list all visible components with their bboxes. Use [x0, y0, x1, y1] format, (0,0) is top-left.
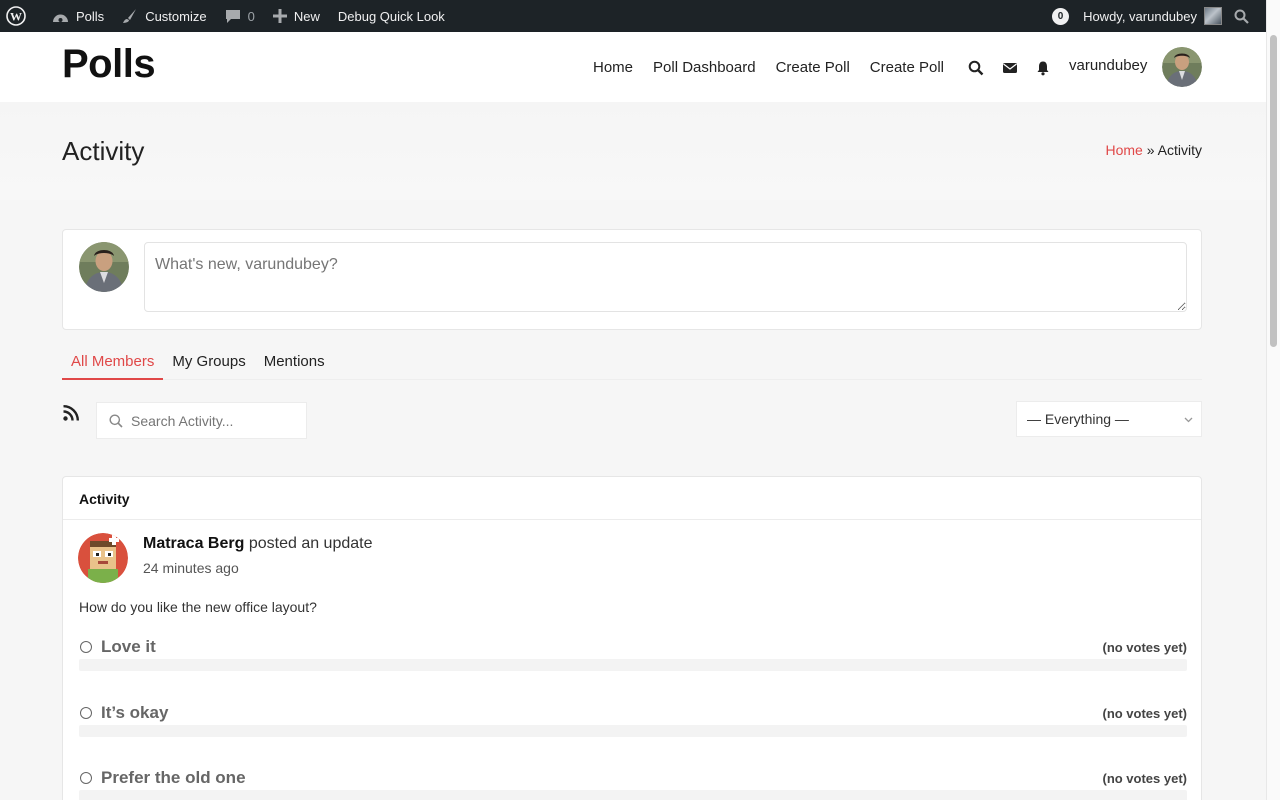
header-username[interactable]: varundubey — [1069, 57, 1147, 74]
breadcrumb-home-link[interactable]: Home — [1105, 142, 1142, 158]
chevron-down-icon — [1184, 417, 1193, 423]
poll-option-label[interactable]: It’s okay — [101, 703, 168, 723]
author-name-link[interactable]: Matraca Berg — [143, 535, 244, 552]
plus-icon — [272, 9, 287, 23]
poll-progress-bar — [79, 659, 1187, 671]
admin-search-icon[interactable] — [1230, 0, 1266, 32]
wordpress-logo-icon[interactable]: W — [0, 0, 43, 32]
customize-label: Customize — [145, 8, 207, 24]
poll-option-label[interactable]: Love it — [101, 637, 156, 657]
poll-option: It’s okay (no votes yet) — [79, 703, 1187, 750]
comments-link[interactable]: 0 — [216, 0, 264, 32]
author-avatar[interactable] — [78, 533, 128, 583]
site-header: Polls Home Poll Dashboard Create Poll Cr… — [0, 32, 1266, 102]
poll-option: Love it (no votes yet) — [79, 637, 1187, 684]
page-scrollbar[interactable] — [1266, 0, 1280, 800]
my-account-link[interactable]: Howdy, varundubey — [1083, 0, 1230, 32]
poll-question: How do you like the new office layout? — [79, 599, 317, 615]
site-logo[interactable]: Polls — [62, 42, 156, 87]
user-avatar[interactable] — [79, 242, 129, 292]
activity-heading: Activity — [63, 477, 1201, 520]
tab-all-members[interactable]: All Members — [62, 344, 164, 380]
breadcrumb-separator: » — [1146, 142, 1155, 158]
poll-option-radio[interactable] — [80, 707, 92, 719]
filter-select-value: — Everything — — [1027, 411, 1129, 427]
paintbrush-icon — [123, 9, 137, 23]
breadcrumb: Home » Activity — [1105, 142, 1202, 158]
admin-site-link[interactable]: Polls — [43, 0, 113, 32]
breadcrumb-current: Activity — [1157, 142, 1202, 158]
rss-icon[interactable] — [63, 405, 79, 421]
howdy-text: Howdy, varundubey — [1083, 8, 1197, 24]
envelope-icon[interactable] — [1002, 60, 1018, 76]
tab-mentions[interactable]: Mentions — [255, 344, 334, 380]
whats-new-input[interactable] — [144, 242, 1187, 312]
poll-progress-bar — [79, 725, 1187, 737]
search-icon — [109, 414, 123, 428]
dashboard-icon — [53, 14, 68, 22]
admin-avatar — [1204, 7, 1222, 25]
whats-new-form — [62, 229, 1202, 330]
admin-site-name: Polls — [76, 8, 105, 24]
header-avatar[interactable] — [1162, 47, 1202, 87]
nav-create-poll[interactable]: Create Poll — [776, 59, 850, 76]
poll-option-votes: (no votes yet) — [1102, 706, 1187, 721]
poll-option-radio[interactable] — [80, 641, 92, 653]
admin-bar: W Polls Customize 0 New Debug Quick Look… — [0, 0, 1266, 32]
comment-bubble-icon — [225, 9, 240, 23]
activity-timestamp[interactable]: 24 minutes ago — [143, 560, 239, 576]
activity-filter-select[interactable]: — Everything — — [1016, 401, 1202, 437]
activity-search — [96, 402, 307, 439]
bell-icon[interactable] — [1035, 60, 1051, 76]
activity-stream: Activity Matraca Berg posted an update 2… — [62, 476, 1202, 800]
page-title-band: Activity Home » Activity — [0, 102, 1266, 200]
poll-option-radio[interactable] — [80, 772, 92, 784]
new-content-link[interactable]: New — [264, 0, 329, 32]
svg-text:W: W — [10, 10, 22, 24]
new-label: New — [293, 8, 320, 24]
nav-home[interactable]: Home — [593, 59, 633, 76]
comments-count: 0 — [247, 8, 255, 24]
activity-action: posted an update — [248, 535, 373, 552]
debug-label: Debug Quick Look — [337, 8, 445, 24]
activity-header: Matraca Berg posted an update — [143, 535, 373, 553]
main-nav: Home Poll Dashboard Create Poll Create P… — [583, 32, 954, 102]
nav-create-poll-2[interactable]: Create Poll — [870, 59, 944, 76]
poll-option-votes: (no votes yet) — [1102, 771, 1187, 786]
nav-poll-dashboard[interactable]: Poll Dashboard — [653, 59, 756, 76]
search-icon[interactable] — [968, 60, 984, 76]
activity-tabs: All Members My Groups Mentions — [62, 344, 1202, 380]
notification-count-badge[interactable]: 0 — [1052, 7, 1070, 25]
tab-my-groups[interactable]: My Groups — [163, 344, 254, 380]
poll-option-label[interactable]: Prefer the old one — [101, 768, 246, 788]
activity-search-input[interactable] — [131, 403, 301, 438]
debug-quick-look-link[interactable]: Debug Quick Look — [329, 0, 454, 32]
customize-link[interactable]: Customize — [113, 0, 215, 32]
poll-option-votes: (no votes yet) — [1102, 640, 1187, 655]
poll-option: Prefer the old one (no votes yet) — [79, 768, 1187, 800]
scrollbar-thumb[interactable] — [1270, 35, 1277, 347]
poll-progress-bar — [79, 790, 1187, 800]
page-title: Activity — [62, 136, 145, 166]
